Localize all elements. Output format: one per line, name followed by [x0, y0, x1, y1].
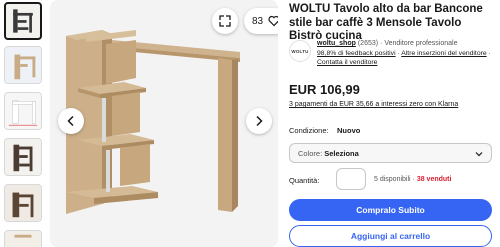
main-product-image: 83 — [50, 0, 278, 247]
sold-count: 38 venduti — [416, 176, 452, 183]
price: EUR 106,99 — [289, 82, 360, 97]
color-select-label: Colore: — [298, 148, 323, 158]
contact-seller-link[interactable]: Contatta il venditore — [317, 59, 377, 66]
other-items-link[interactable]: Altre inserzioni del venditore — [401, 50, 486, 57]
product-photo — [50, 0, 278, 247]
condition-label: Condizione: — [289, 126, 329, 135]
quantity-input[interactable] — [336, 168, 366, 190]
thumbnail-6[interactable] — [4, 230, 42, 247]
thumbnail-4[interactable] — [4, 138, 42, 176]
thumbnail-5[interactable] — [4, 184, 42, 222]
thumbnail-1[interactable] — [4, 2, 42, 40]
chevron-down-icon — [475, 152, 483, 157]
buy-now-button[interactable]: Compralo Subito — [289, 199, 492, 221]
seller-type-badge: Venditore professionale — [384, 40, 458, 47]
seller-info: WOLTU woltu_shop (2653) · Venditore prof… — [289, 40, 500, 66]
condition-value: Nuovo — [337, 126, 361, 135]
thumbnail-2[interactable] — [4, 46, 42, 84]
chevron-left-icon — [67, 115, 74, 127]
seller-logo[interactable]: WOLTU — [289, 40, 311, 62]
seller-feedback-count: (2653) — [357, 40, 379, 47]
watch-button[interactable]: 83 — [244, 8, 278, 34]
klarna-installments-link[interactable]: 3 pagamenti da EUR 35,66 a interessi zer… — [289, 101, 458, 108]
color-select-value: Seleziona — [324, 148, 359, 158]
available-count: 5 disponibili — [374, 176, 411, 183]
quantity-label: Quantità: — [289, 176, 320, 185]
thumbnail-3[interactable] — [4, 92, 42, 130]
previous-image-button[interactable] — [58, 108, 84, 134]
separator: · — [486, 50, 491, 57]
listing-title: WOLTU Tavolo alto da bar Bancone stile b… — [289, 3, 483, 42]
watchers-count: 83 — [252, 15, 264, 27]
availability-info: 5 disponibili · 38 venduti — [374, 176, 451, 183]
expand-image-button[interactable] — [212, 8, 238, 34]
next-image-button[interactable] — [246, 108, 272, 134]
heart-icon — [268, 15, 278, 27]
chevron-right-icon — [256, 115, 263, 127]
thumbnail-strip — [0, 0, 46, 247]
add-to-cart-button[interactable]: Aggiungi al carrello — [289, 225, 492, 247]
seller-name-link[interactable]: woltu_shop — [317, 40, 356, 47]
separator: · — [380, 40, 383, 47]
expand-icon — [219, 15, 231, 27]
positive-feedback-link[interactable]: 98,8% di feedback positivi — [317, 50, 396, 57]
color-select[interactable]: Colore: Seleziona — [289, 143, 492, 163]
